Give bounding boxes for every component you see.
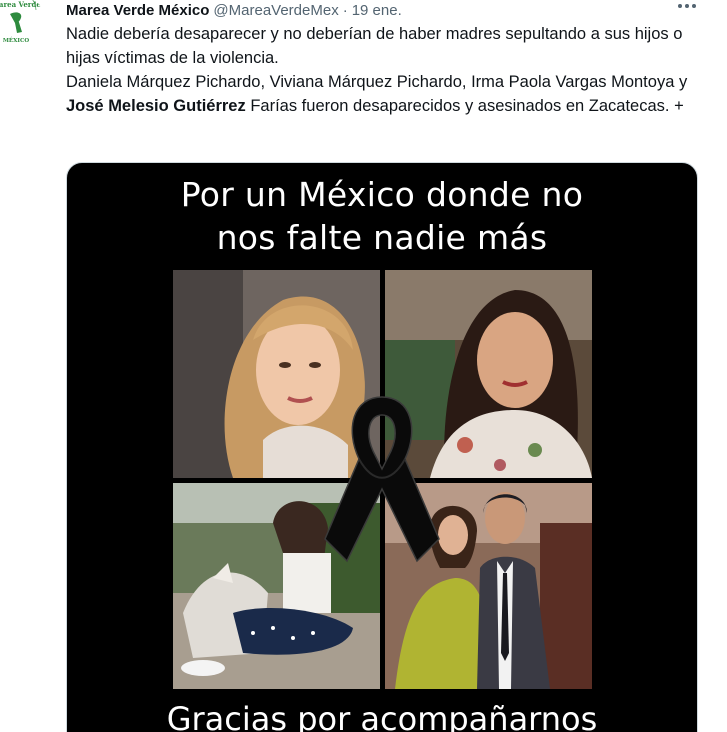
avatar-logo-text: Marea Verde xyxy=(0,0,41,9)
poster-title-line-2: nos falte nadie más xyxy=(216,218,548,257)
tweet-header: Marea Verde México @MareaVerdeMex · 19 e… xyxy=(66,0,402,20)
user-handle[interactable]: @MareaVerdeMex xyxy=(213,2,338,19)
tweet-text-paragraph-1: Nadie debería desaparecer y no deberían … xyxy=(66,25,683,67)
avatar-logo-subtext: MÉXICO xyxy=(3,36,29,44)
tweet-text-tail: Farías fueron desaparecidos y asesinados… xyxy=(245,97,684,115)
more-options-icon[interactable] xyxy=(672,0,702,18)
tweet: Marea Verde MÉXICO Marea Verde México @M… xyxy=(0,0,727,732)
tweet-text-paragraph-2: Daniela Márquez Pichardo, Viviana Márque… xyxy=(66,70,706,118)
separator-dot: · xyxy=(342,1,348,19)
poster-footer: Gracias por acompañarnos xyxy=(166,700,598,732)
tweet-text-bold-name[interactable]: José Melesio Gutiérrez xyxy=(66,97,246,115)
tweet-date[interactable]: 19 ene. xyxy=(352,2,402,19)
black-mourning-ribbon-icon xyxy=(323,389,441,569)
display-name[interactable]: Marea Verde México xyxy=(66,2,209,19)
poster-title: Por un México donde no nos falte nadie m… xyxy=(67,173,697,259)
tweet-media-image[interactable]: Por un México donde no nos falte nadie m… xyxy=(66,162,698,732)
tweet-text: Nadie debería desaparecer y no deberían … xyxy=(66,22,706,118)
poster-title-line-1: Por un México donde no xyxy=(180,175,584,214)
green-scarf-logo-icon: Marea Verde MÉXICO xyxy=(0,0,44,48)
tweet-text-names: Daniela Márquez Pichardo, Viviana Márque… xyxy=(66,73,688,91)
avatar[interactable]: Marea Verde MÉXICO xyxy=(0,0,44,48)
